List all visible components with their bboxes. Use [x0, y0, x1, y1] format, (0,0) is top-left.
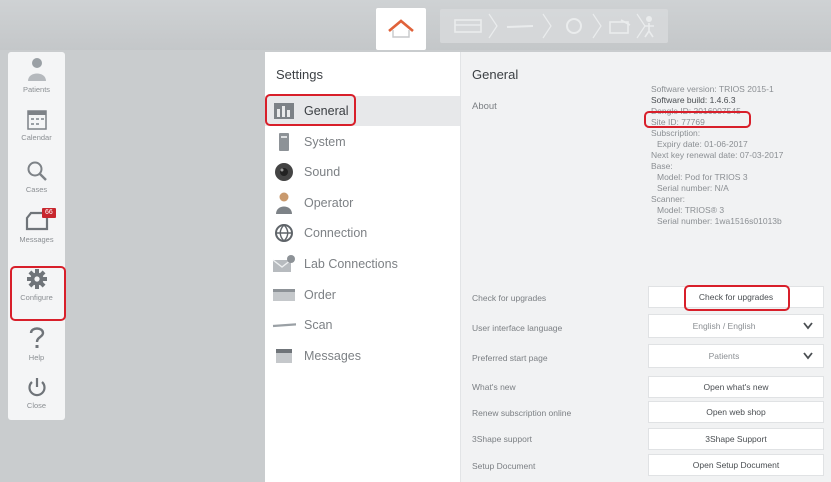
settings-item-label: Connection [304, 226, 368, 240]
nav-messages[interactable]: 66 Messages [8, 206, 65, 254]
post-processing-step[interactable] [554, 13, 594, 39]
nav-calendar[interactable]: Calendar [8, 104, 65, 152]
post-processing-icon [566, 18, 582, 34]
scan-icon [506, 25, 534, 28]
settings-item-scan[interactable]: Scan [265, 310, 460, 340]
scan-step[interactable] [500, 13, 540, 39]
nav-patients[interactable]: Patients [8, 52, 65, 100]
renew-label: Renew subscription online [472, 408, 572, 418]
messages-list-icon [272, 345, 296, 367]
connection-icon [272, 222, 296, 244]
order-step[interactable] [448, 13, 488, 39]
patient-step[interactable] [634, 13, 668, 39]
ui-language-value: English / English [692, 321, 756, 331]
patients-icon [27, 58, 46, 81]
calendar-icon [26, 110, 47, 130]
sound-icon [272, 161, 296, 183]
scan-icon [272, 314, 296, 336]
renewal-date: Next key renewal date: 07-03-2017 [651, 150, 784, 160]
settings-item-messages[interactable]: Messages [265, 341, 460, 371]
nav-label: Cases [25, 185, 48, 194]
software-version: Software version: TRIOS 2015-1 [651, 84, 774, 94]
nav-label: Close [26, 401, 47, 410]
operator-icon [272, 192, 296, 214]
chevron-down-icon [803, 322, 813, 330]
nav-label: Calendar [21, 133, 52, 142]
power-icon [27, 378, 46, 397]
configure-highlight [10, 266, 66, 321]
base-heading: Base: [651, 161, 673, 171]
messages-badge: 66 [42, 208, 56, 218]
software-build-highlight [644, 111, 751, 128]
base-serial: Serial number: N/A [657, 183, 729, 193]
general-title: General [472, 67, 519, 82]
order-icon [272, 284, 296, 306]
start-page-value: Patients [708, 351, 740, 361]
nav-close[interactable]: Close [8, 372, 65, 420]
software-build: Software build: 1.4.6.3 [651, 95, 736, 105]
ui-language-label: User interface language [472, 323, 563, 333]
whats-new-label: What's new [472, 382, 516, 392]
settings-item-operator[interactable]: Operator [265, 188, 460, 218]
order-icon [454, 19, 482, 33]
general-highlight [265, 94, 356, 126]
step-separator-icon [488, 13, 498, 39]
check-upgrades-label: Check for upgrades [472, 293, 547, 303]
step-separator-icon [542, 13, 552, 39]
settings-item-label: System [304, 135, 346, 149]
send-icon [609, 19, 631, 34]
settings-item-lab-connections[interactable]: Lab Connections [265, 249, 460, 279]
whats-new-button[interactable]: Open what's new [648, 376, 824, 398]
home-tab[interactable] [376, 8, 426, 50]
support-label: 3Shape support [472, 434, 533, 444]
system-icon [272, 131, 296, 153]
scanner-model: Model: TRIOS® 3 [657, 205, 725, 215]
setup-document-button[interactable]: Open Setup Document [648, 454, 824, 476]
settings-item-connection[interactable]: Connection [265, 218, 460, 248]
ui-language-select[interactable]: English / English [648, 314, 824, 338]
workflow-steps [440, 9, 668, 43]
subscription-heading: Subscription: [651, 128, 701, 138]
scanner-heading: Scanner: [651, 194, 686, 204]
open-web-shop-button[interactable]: Open web shop [648, 401, 824, 423]
nav-label: Patients [22, 85, 51, 94]
settings-title: Settings [276, 67, 323, 82]
support-button[interactable]: 3Shape Support [648, 428, 824, 450]
settings-item-label: Scan [304, 318, 333, 332]
left-navigation: Patients Calendar Cases 66 Messages Conf… [8, 52, 65, 420]
check-upgrades-highlight [684, 285, 790, 311]
lab-connections-icon [272, 253, 296, 275]
start-page-label: Preferred start page [472, 353, 548, 363]
settings-item-label: Sound [304, 165, 341, 179]
setup-document-label: Setup Document [472, 461, 536, 471]
about-label: About [472, 101, 497, 112]
settings-item-label: Messages [304, 349, 361, 363]
nav-help[interactable]: Help [8, 322, 65, 370]
search-icon [27, 161, 47, 181]
patient-icon [644, 16, 654, 38]
nav-cases[interactable]: Cases [8, 156, 65, 204]
help-icon [29, 327, 44, 348]
settings-item-label: Operator [304, 196, 354, 210]
expiry-date: Expiry date: 01-06-2017 [657, 139, 748, 149]
start-page-select[interactable]: Patients [648, 344, 824, 368]
settings-item-label: Order [304, 288, 336, 302]
workflow-bar [0, 0, 831, 50]
nav-label: Help [28, 353, 45, 362]
settings-item-order[interactable]: Order [265, 280, 460, 310]
home-icon [388, 19, 414, 38]
nav-label: Messages [19, 235, 54, 244]
settings-item-label: Lab Connections [304, 257, 398, 271]
about-info: Software version: TRIOS 2015-1 Software … [651, 84, 827, 227]
chevron-down-icon [803, 352, 813, 360]
settings-item-sound[interactable]: Sound [265, 157, 460, 187]
settings-item-system[interactable]: System [265, 127, 460, 157]
base-model: Model: Pod for TRIOS 3 [657, 172, 748, 182]
scanner-serial: Serial number: 1wa1516s01013b [657, 216, 782, 226]
